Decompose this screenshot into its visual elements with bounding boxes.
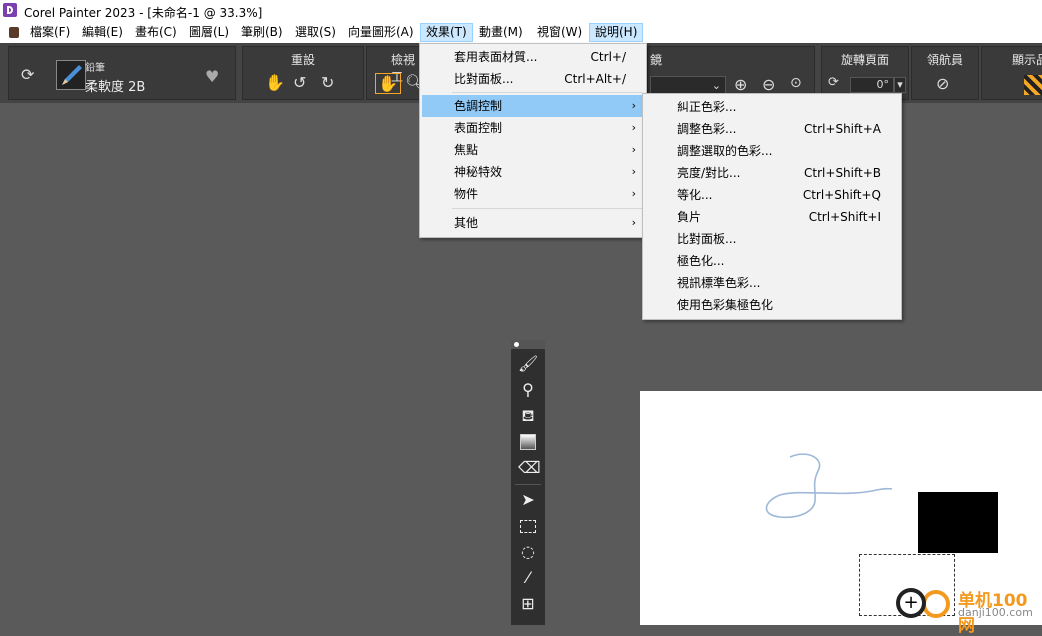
chevron-right-icon: › <box>631 99 636 112</box>
menu-effects[interactable]: 效果(T) <box>420 23 473 42</box>
magic-wand-tool-icon[interactable]: ⁄ <box>518 568 538 588</box>
reset-view-icon[interactable]: ↻ <box>321 73 334 92</box>
paint-bucket-tool-icon[interactable]: ⛾ <box>518 406 538 426</box>
compass-icon[interactable]: ⊘ <box>936 74 949 93</box>
favorite-heart-icon[interactable]: ♥ <box>205 67 219 86</box>
display-heading: 顯示品 <box>1012 53 1042 67</box>
app-menu-icon[interactable] <box>9 27 19 38</box>
menu-file[interactable]: 檔案(F) <box>25 24 75 41</box>
brush-tool-icon[interactable]: 🖌︎ <box>518 354 538 374</box>
watermark-logo-ring-icon <box>922 590 950 618</box>
menu-brushes[interactable]: 筆刷(B) <box>236 24 288 41</box>
menu-item-match-palette[interactable]: 比對面板... Ctrl+Alt+/ <box>422 68 644 90</box>
gradient-tool-icon[interactable] <box>518 432 538 452</box>
watermark-site-url: danji100.com <box>958 606 1033 619</box>
rectangular-selection-tool-icon[interactable] <box>518 516 538 536</box>
reset-brush-icon[interactable]: ⟳ <box>21 65 34 84</box>
menu-select[interactable]: 選取(S) <box>290 24 341 41</box>
reset-rotate-icon[interactable]: ↺ <box>293 73 306 92</box>
zoom-100-icon[interactable]: ⊙ <box>790 75 802 91</box>
chevron-right-icon: › <box>631 216 636 229</box>
chevron-down-icon: ⌄ <box>711 79 721 92</box>
menu-item-apply-surface-texture[interactable]: 套用表面材質... Ctrl+/ <box>422 46 644 68</box>
rotate-page-section: 旋轉頁面 ⟳ 0° ▾ <box>821 46 909 100</box>
menu-item-esoterica[interactable]: 神秘特效 › <box>422 161 644 183</box>
toolbox-divider <box>515 484 541 485</box>
reset-heading: 重設 <box>290 53 315 67</box>
menu-item-brightness-contrast[interactable]: 亮度/對比... Ctrl+Shift+B <box>645 162 899 184</box>
menu-separator <box>452 208 642 209</box>
grabber-hand-icon[interactable]: ✋ <box>375 73 401 94</box>
menu-item-correct-colors[interactable]: 糾正色彩... <box>645 96 899 118</box>
chevron-right-icon: › <box>631 121 636 134</box>
menu-item-focus[interactable]: 焦點 › <box>422 139 644 161</box>
view-tools-section: 檢視工 ✋ 🔍︎ <box>366 46 425 100</box>
menu-item-adjust-selected-colors[interactable]: 調整選取的色彩... <box>645 140 899 162</box>
reset-section: 重設 ✋ ↺ ↻ <box>242 46 364 100</box>
chevron-right-icon: › <box>631 187 636 200</box>
toolbox-palette: 🖌︎ ⚲ ⛾ ⌫ ➤ ◌ ⁄ ⊞ <box>511 340 545 625</box>
effects-menu: 套用表面材質... Ctrl+/ 比對面板... Ctrl+Alt+/ 色調控制 › … <box>419 43 647 238</box>
window-title: Corel Painter 2023 - [未命名-1 @ 33.3%] <box>24 6 263 20</box>
menu-item-surface-control[interactable]: 表面控制 › <box>422 117 644 139</box>
menu-edit[interactable]: 編輯(E) <box>77 24 128 41</box>
menu-item-posterize-using-color-set[interactable]: 使用色彩集極色化 <box>645 294 899 316</box>
menu-movie[interactable]: 動畫(M) <box>474 24 528 41</box>
menu-item-match-palette[interactable]: 比對面板... <box>645 228 899 250</box>
rotate-icon[interactable]: ⟳ <box>828 75 839 90</box>
rotate-value-field[interactable]: 0° <box>850 77 894 93</box>
pencil-icon <box>62 65 82 85</box>
menu-separator <box>452 92 642 93</box>
display-quality-icon[interactable] <box>1024 75 1042 95</box>
menu-item-other[interactable]: 其他 › <box>422 212 644 234</box>
chevron-right-icon: › <box>631 143 636 156</box>
eraser-tool-icon[interactable]: ⌫ <box>518 458 541 478</box>
zoom-out-icon[interactable]: ⊖ <box>762 75 775 94</box>
navigator-section: 領航員 ⊘ <box>911 46 979 100</box>
display-section: 顯示品 <box>981 46 1042 100</box>
brush-selector-section: ⟳ 鉛筆 柔軟度 2B ♥ <box>8 46 236 100</box>
menu-item-negative[interactable]: 負片 Ctrl+Shift+I <box>645 206 899 228</box>
menu-bar: 檔案(F) 編輯(E) 畫布(C) 圖層(L) 筆刷(B) 選取(S) 向量圖形… <box>0 22 1042 43</box>
layer-adjuster-tool-icon[interactable]: ➤ <box>518 490 538 510</box>
brush-variant-label[interactable]: 柔軟度 2B <box>85 76 145 95</box>
menu-item-objects[interactable]: 物件 › <box>422 183 644 205</box>
mirror-section: 鏡 ⌄ ⊕ ⊖ ⊙ <box>647 46 815 100</box>
brush-thumbnail[interactable] <box>56 60 86 90</box>
menu-shapes[interactable]: 向量圖形(A) <box>343 24 419 41</box>
menu-canvas[interactable]: 畫布(C) <box>130 24 182 41</box>
zoom-in-icon[interactable]: ⊕ <box>734 75 747 94</box>
reset-hand-icon[interactable]: ✋ <box>265 73 285 92</box>
chevron-right-icon: › <box>631 165 636 178</box>
menu-window[interactable]: 視窗(W) <box>532 24 587 41</box>
black-line-shape <box>918 550 998 553</box>
black-rectangle-shape[interactable] <box>918 492 998 550</box>
title-bar: Corel Painter 2023 - [未命名-1 @ 33.3%] <box>0 0 1042 22</box>
rotate-page-heading: 旋轉頁面 <box>840 53 889 67</box>
selection-adjuster-tool-icon[interactable]: ⊞ <box>518 594 538 614</box>
navigator-heading: 領航員 <box>926 53 963 67</box>
lasso-tool-icon[interactable]: ◌ <box>518 542 538 562</box>
dropper-tool-icon[interactable]: ⚲ <box>518 380 538 400</box>
rotate-dropdown-chevron-icon[interactable]: ▾ <box>894 77 906 93</box>
mirror-heading: 鏡 <box>650 53 663 67</box>
brush-category-label: 鉛筆 <box>85 63 105 74</box>
menu-item-adjust-colors[interactable]: 調整色彩... Ctrl+Shift+A <box>645 118 899 140</box>
menu-item-tonal-control[interactable]: 色調控制 › <box>422 95 644 117</box>
menu-item-posterize[interactable]: 極色化... <box>645 250 899 272</box>
tonal-control-submenu: 糾正色彩... 調整色彩... Ctrl+Shift+A 調整選取的色彩... 亮… <box>642 93 902 320</box>
menu-help[interactable]: 說明(H) <box>589 23 644 42</box>
watermark-plus-icon: + <box>900 592 922 614</box>
corel-painter-logo-icon <box>3 3 17 17</box>
menu-item-video-legal-colors[interactable]: 視訊標準色彩... <box>645 272 899 294</box>
mirror-dropdown[interactable]: ⌄ <box>650 76 726 94</box>
toolbox-header[interactable] <box>511 340 545 349</box>
menu-item-equalize[interactable]: 等化... Ctrl+Shift+Q <box>645 184 899 206</box>
menu-layers[interactable]: 圖層(L) <box>184 24 234 41</box>
